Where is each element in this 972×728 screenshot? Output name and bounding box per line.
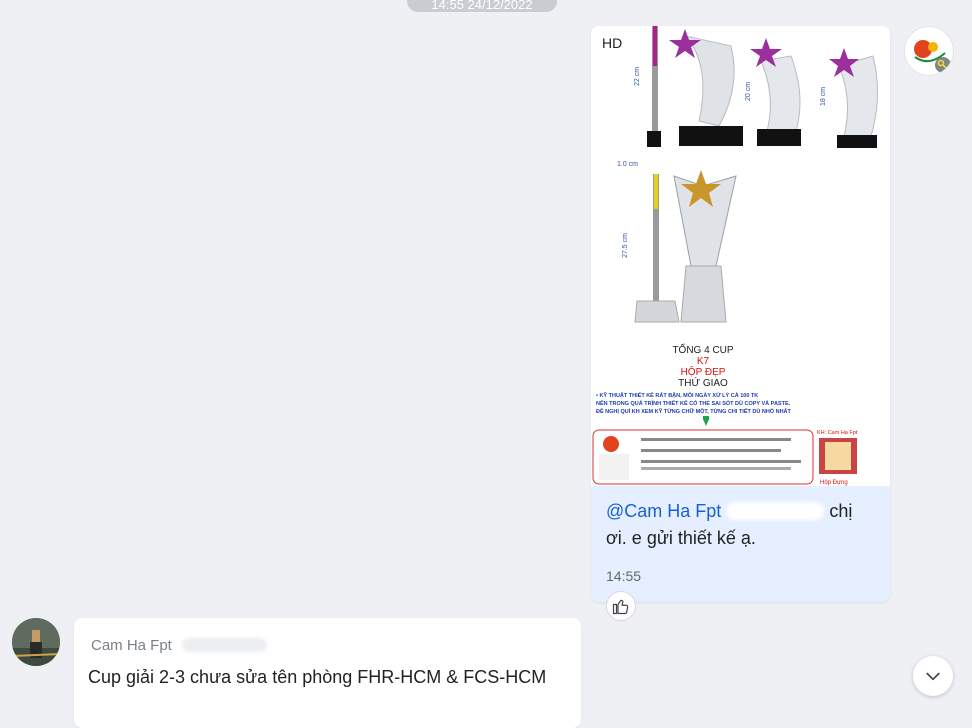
- box-label: HỘP ĐẸP: [681, 365, 726, 378]
- hd-badge: HD: [602, 35, 623, 51]
- mention-link[interactable]: @Cam Ha Fpt: [606, 501, 721, 521]
- kh-label: KH: Cam Ha Fpt: [817, 430, 858, 436]
- delivery-label: THỨ GIAO: [678, 376, 728, 389]
- caption-text: @Cam Ha Fpt chị ơi. e gửi thiết kế ạ.: [606, 498, 876, 552]
- message-caption: @Cam Ha Fpt chị ơi. e gửi thiết kế ạ. 14…: [591, 486, 890, 602]
- dim-20-label: 20 cm: [745, 82, 752, 101]
- dim-22-label: 22 cm: [634, 67, 641, 86]
- date-separator-text: 14:55 24/12/2022: [431, 0, 533, 12]
- note-line-3: ĐỀ NGHỊ QUÍ KH XEM KỸ TỪNG CHỮ MỘT, TỪNG…: [596, 407, 792, 415]
- sender-name-row: Cam Ha Fpt: [91, 637, 268, 654]
- like-button[interactable]: [606, 591, 636, 621]
- dim-18-label: 18 cm: [820, 87, 827, 106]
- dim-1cm-label: 1.0 cm: [617, 161, 638, 168]
- code-label: K7: [697, 356, 710, 367]
- design-image[interactable]: 22 cm 20 cm 18 cm 1.0 cm 27.5 cm TỔNG 4 …: [591, 26, 890, 486]
- date-separator: 14:55 24/12/2022: [407, 0, 557, 12]
- sender-avatar[interactable]: [904, 26, 954, 76]
- note-line-1: • KỸ THUẬT THIẾT KẾ RẤT BẬN, MỖI NGÀY XỬ…: [596, 392, 758, 399]
- total-cups-label: TỔNG 4 CUP: [672, 343, 733, 356]
- sender-name[interactable]: Cam Ha Fpt: [91, 637, 172, 654]
- message-text: Cup giải 2-3 chưa sửa tên phòng FHR-HCM …: [88, 667, 547, 687]
- message-time: 14:55: [606, 568, 642, 584]
- incoming-message[interactable]: Cam Ha Fpt Cup giải 2-3 chưa sửa tên phò…: [74, 618, 581, 728]
- contact-avatar[interactable]: [12, 618, 60, 666]
- redacted-sender-phone: [182, 638, 268, 652]
- shop-logo-avatar: [914, 40, 951, 73]
- caption-line-2: ơi. e gửi thiết kế ạ.: [606, 528, 756, 548]
- scroll-to-bottom-button[interactable]: [913, 656, 953, 696]
- thumbs-up-icon: [612, 599, 629, 615]
- chevron-down-icon: [926, 672, 940, 681]
- note-line-2: NÊN TRONG QUÁ TRÌNH THIẾT KẾ CÓ THỂ SAI …: [596, 399, 791, 407]
- dim-27-label: 27.5 cm: [622, 233, 629, 258]
- trophy-design-preview: 22 cm 20 cm 18 cm 1.0 cm 27.5 cm TỔNG 4 …: [592, 26, 878, 486]
- redacted-phone: [726, 502, 825, 520]
- contact-photo: [12, 618, 60, 666]
- outgoing-message[interactable]: 22 cm 20 cm 18 cm 1.0 cm 27.5 cm TỔNG 4 …: [591, 26, 890, 602]
- mention-tail-text: chị: [829, 501, 853, 521]
